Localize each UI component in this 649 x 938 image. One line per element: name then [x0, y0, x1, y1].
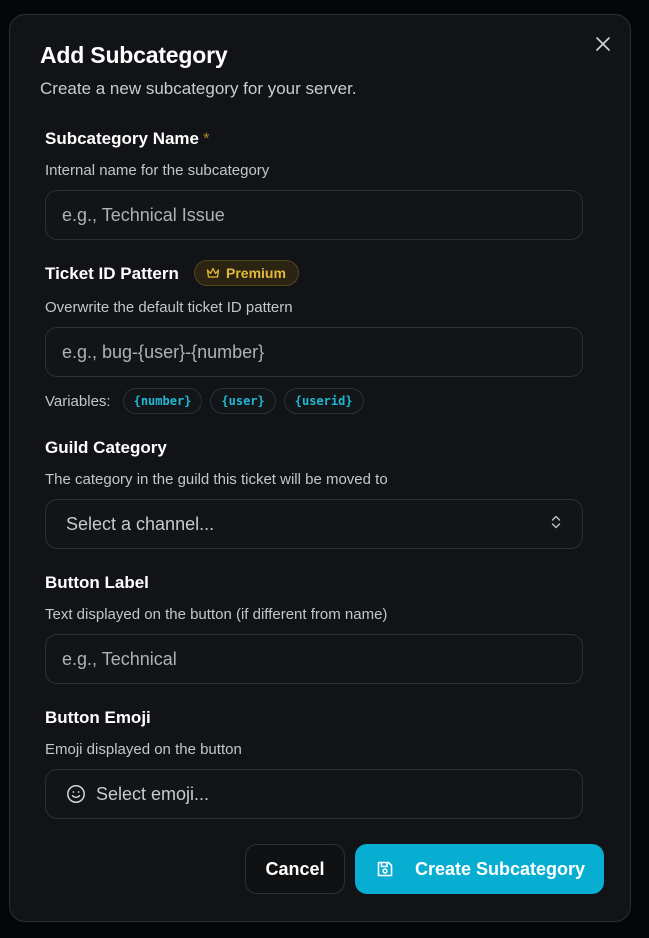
subcategory-name-label: Subcategory Name * [45, 129, 210, 148]
button-label-input[interactable] [45, 634, 583, 684]
close-icon [595, 36, 611, 57]
close-button[interactable] [593, 36, 613, 56]
chevrons-up-down-icon [550, 514, 562, 535]
guild-category-label: Guild Category [45, 438, 167, 457]
guild-category-selected: Select a channel... [66, 513, 215, 534]
button-label-label: Button Label [45, 573, 149, 592]
emoji-picker-button[interactable]: Select emoji... [45, 769, 583, 819]
create-subcategory-label: Create Subcategory [415, 858, 586, 879]
button-emoji-label: Button Emoji [45, 708, 151, 727]
ticket-id-pattern-label: Ticket ID Pattern [45, 264, 179, 283]
add-subcategory-dialog: Add Subcategory Create a new subcategory… [9, 14, 631, 922]
subcategory-name-description: Internal name for the subcategory [45, 162, 270, 179]
premium-badge: Premium [194, 260, 299, 286]
pattern-variables: Variables: {number} {user} {userid} [45, 388, 372, 414]
emoji-picker-label: Select emoji... [96, 783, 210, 804]
dialog-title: Add Subcategory [40, 42, 228, 68]
premium-badge-label: Premium [226, 265, 286, 281]
dialog-subtitle: Create a new subcategory for your server… [40, 79, 357, 98]
cancel-button[interactable]: Cancel [245, 844, 345, 894]
guild-category-select[interactable]: Select a channel... [45, 499, 583, 549]
ticket-id-pattern-input[interactable] [45, 327, 583, 377]
button-label-description: Text displayed on the button (if differe… [45, 606, 388, 623]
smile-icon [66, 784, 86, 804]
save-icon [375, 859, 395, 879]
required-marker: * [203, 129, 210, 148]
button-emoji-description: Emoji displayed on the button [45, 741, 242, 758]
guild-category-description: The category in the guild this ticket wi… [45, 471, 388, 488]
variable-chip-userid[interactable]: {userid} [283, 388, 364, 414]
crown-icon [206, 267, 220, 278]
create-subcategory-button[interactable]: Create Subcategory [355, 844, 604, 894]
subcategory-name-input[interactable] [45, 190, 583, 240]
variable-chip-user[interactable]: {user} [210, 388, 276, 414]
variables-label: Variables: [45, 392, 111, 410]
variable-chip-number[interactable]: {number} [122, 388, 203, 414]
ticket-id-pattern-description: Overwrite the default ticket ID pattern [45, 299, 293, 316]
